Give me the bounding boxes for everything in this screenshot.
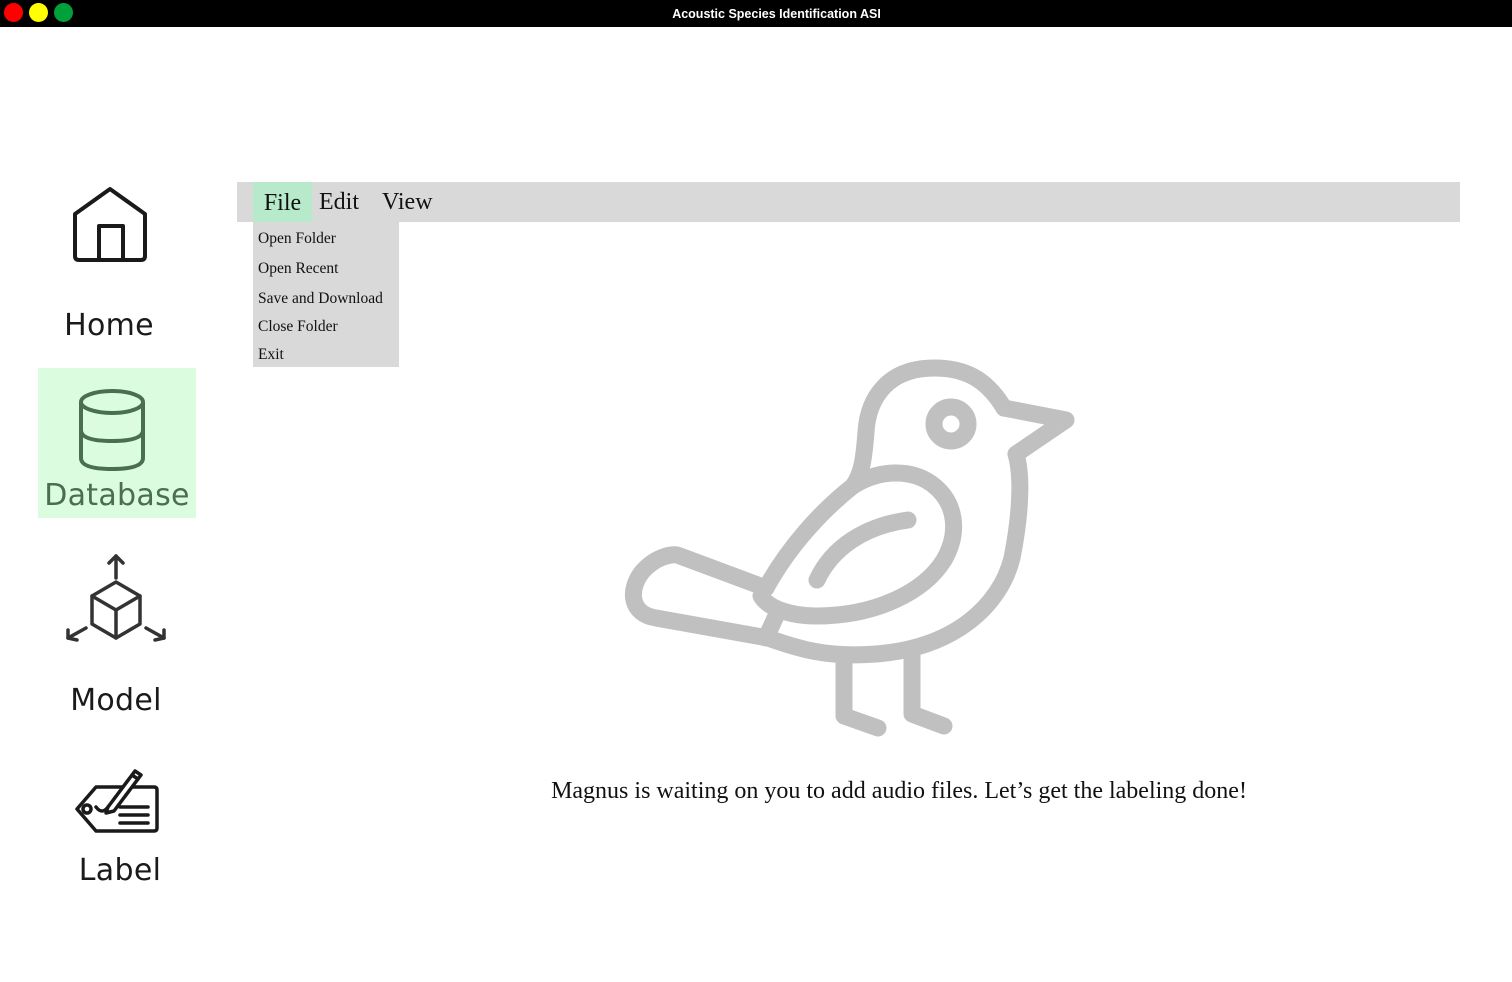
menu-edit[interactable]: Edit xyxy=(319,182,359,222)
sidebar-item-label: Home xyxy=(64,308,154,343)
sidebar-item-database[interactable]: Database xyxy=(38,368,196,518)
sidebar-item-label: Model xyxy=(70,683,162,718)
menu-bar: File Edit View xyxy=(237,182,1460,222)
database-icon xyxy=(79,389,145,472)
bird-icon xyxy=(625,359,1075,737)
title-bar: Acoustic Species Identification ASI xyxy=(0,0,1512,27)
empty-state-message: Magnus is waiting on you to add audio fi… xyxy=(551,778,1247,804)
menu-item-open-recent[interactable]: Open Recent xyxy=(258,260,338,278)
sidebar-item-home[interactable]: Home xyxy=(38,180,180,350)
sidebar-item-model[interactable]: Model xyxy=(50,550,182,720)
sidebar-item-label: Label xyxy=(78,853,162,888)
menu-item-save-and-download[interactable]: Save and Download xyxy=(258,290,383,308)
window-title: Acoustic Species Identification ASI xyxy=(672,7,881,21)
menu-item-close-folder[interactable]: Close Folder xyxy=(258,318,338,336)
menu-item-exit[interactable]: Exit xyxy=(258,346,284,364)
file-menu-dropdown: Open Folder Open Recent Save and Downloa… xyxy=(253,222,399,367)
menu-file[interactable]: File xyxy=(253,182,312,222)
menu-view[interactable]: View xyxy=(382,182,433,222)
sidebar-item-label: Database xyxy=(44,478,190,513)
home-icon xyxy=(73,187,147,262)
menu-item-open-folder[interactable]: Open Folder xyxy=(258,230,336,248)
model-cube-icon xyxy=(66,554,166,642)
